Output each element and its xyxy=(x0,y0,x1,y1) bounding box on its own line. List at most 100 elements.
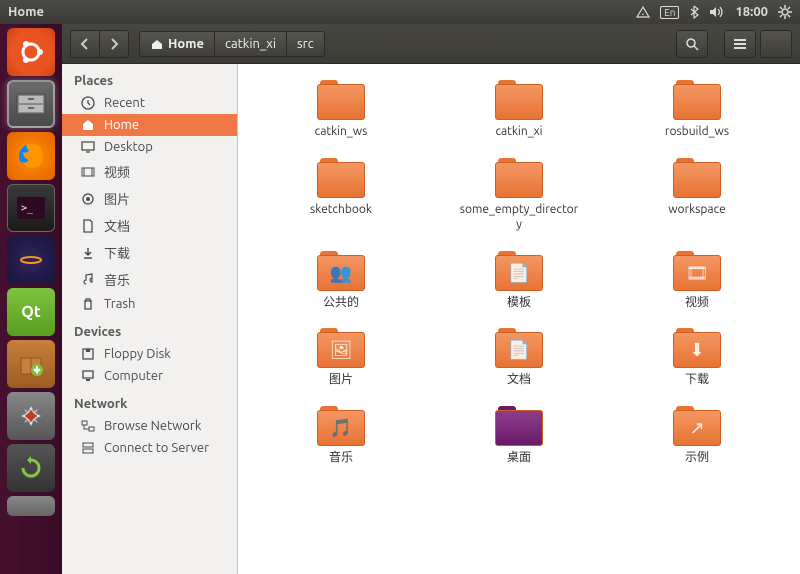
folder-label: 下载 xyxy=(685,372,709,388)
sidebar-item-label: Computer xyxy=(104,369,163,383)
folder-icon: 📄 xyxy=(495,251,543,291)
clock[interactable]: 18:00 xyxy=(735,5,768,19)
bluetooth-indicator[interactable] xyxy=(689,5,699,19)
sidebar-item-文档[interactable]: 文档 xyxy=(62,212,237,239)
folder-workspace[interactable]: workspace xyxy=(614,154,780,237)
sidebar-item-desktop[interactable]: Desktop xyxy=(62,136,237,158)
folder-icon: 🎞 xyxy=(673,251,721,291)
launcher-files[interactable] xyxy=(7,80,55,128)
folder-label: 公共的 xyxy=(323,295,359,311)
folder-icon: 👥 xyxy=(317,251,365,291)
sidebar-item-音乐[interactable]: 音乐 xyxy=(62,266,237,293)
sidebar-item-图片[interactable]: 图片 xyxy=(62,185,237,212)
net-icon xyxy=(80,419,96,433)
package-icon xyxy=(17,350,45,378)
volume-icon xyxy=(709,5,725,19)
sidebar-item-browse-network[interactable]: Browse Network xyxy=(62,415,237,437)
search-icon xyxy=(685,37,699,51)
icon-view[interactable]: catkin_ws catkin_xi rosbuild_ws sketchbook s… xyxy=(238,64,800,574)
sidebar-item-视频[interactable]: 视频 xyxy=(62,158,237,185)
folder-some_empty_directory[interactable]: some_empty_directory xyxy=(436,154,602,237)
public-overlay-icon: 👥 xyxy=(330,263,352,284)
computer-icon xyxy=(80,369,96,383)
terminal-icon: >_ xyxy=(17,197,45,219)
path-segment-1[interactable]: catkin_xi xyxy=(215,31,287,57)
folder-icon xyxy=(495,80,543,120)
downloads-overlay-icon: ⬇ xyxy=(689,340,704,361)
sidebar-item-label: 音乐 xyxy=(104,270,130,289)
launcher-qt[interactable]: Qt xyxy=(7,288,55,336)
path-segment-2[interactable]: src xyxy=(287,31,325,57)
folder-label: 音乐 xyxy=(329,450,353,466)
launcher-update[interactable] xyxy=(7,444,55,492)
sidebar-item-label: Connect to Server xyxy=(104,441,209,455)
folder-公共的[interactable]: 👥 公共的 xyxy=(258,247,424,315)
folder-catkin_xi[interactable]: catkin_xi xyxy=(436,76,602,144)
gear-indicator[interactable] xyxy=(778,5,792,19)
forward-button[interactable] xyxy=(99,30,129,58)
sidebar-item-label: Recent xyxy=(104,96,145,110)
lang-indicator[interactable]: En xyxy=(660,6,679,19)
sidebar-item-label: Home xyxy=(104,118,139,132)
folder-图片[interactable]: 🖼图片 xyxy=(258,324,424,392)
folder-label: catkin_ws xyxy=(315,124,368,140)
launcher-terminal[interactable]: >_ xyxy=(7,184,55,232)
launcher-settings[interactable] xyxy=(7,392,55,440)
grid-view-button[interactable] xyxy=(760,30,792,58)
pictures-overlay-icon: 🖼 xyxy=(330,340,353,361)
download-icon xyxy=(80,246,96,260)
folder-rosbuild_ws[interactable]: rosbuild_ws xyxy=(614,76,780,144)
nautilus-window: Home catkin_xi src Places Recent Home Desk… xyxy=(62,24,800,574)
drawer-icon xyxy=(15,92,47,116)
folder-下载[interactable]: ⬇ 下载 xyxy=(614,324,780,392)
chevron-right-icon xyxy=(108,38,120,50)
sidebar-item-floppy-disk[interactable]: Floppy Disk xyxy=(62,343,237,365)
sidebar-item-label: Desktop xyxy=(104,140,153,154)
launcher-firefox[interactable] xyxy=(7,132,55,180)
sidebar-item-trash[interactable]: Trash xyxy=(62,293,237,315)
path-bar: Home catkin_xi src xyxy=(139,31,325,57)
launcher-software[interactable] xyxy=(7,340,55,388)
sidebar-item-label: 下载 xyxy=(104,243,130,262)
folder-音乐[interactable]: 🎵音乐 xyxy=(258,402,424,470)
folder-catkin_ws[interactable]: catkin_ws xyxy=(258,76,424,144)
list-view-button[interactable] xyxy=(724,30,756,58)
documents-overlay-icon: 📄 xyxy=(508,340,530,361)
folder-sketchbook[interactable]: sketchbook xyxy=(258,154,424,237)
qt-icon: Qt xyxy=(21,303,41,321)
path-segment-home[interactable]: Home xyxy=(139,31,215,57)
sidebar-item-label: 图片 xyxy=(104,189,130,208)
network-indicator[interactable] xyxy=(636,6,650,18)
sidebar-item-recent[interactable]: Recent xyxy=(62,92,237,114)
sidebar-item-label: Trash xyxy=(104,297,135,311)
search-button[interactable] xyxy=(676,30,708,58)
folder-模板[interactable]: 📄模板 xyxy=(436,247,602,315)
folder-视频[interactable]: 🎞视频 xyxy=(614,247,780,315)
folder-label: some_empty_directory xyxy=(459,202,579,233)
places-header: Places xyxy=(62,64,237,92)
ubuntu-icon xyxy=(16,37,46,67)
sidebar-item-下载[interactable]: 下载 xyxy=(62,239,237,266)
launcher-eclipse[interactable] xyxy=(7,236,55,284)
folder-桌面[interactable]: 桌面 xyxy=(436,402,602,470)
launcher-extra[interactable] xyxy=(7,496,55,516)
launcher-dash[interactable] xyxy=(7,28,55,76)
folder-icon: ↗ xyxy=(673,406,721,446)
trash-icon xyxy=(80,297,96,311)
firefox-icon xyxy=(15,140,47,172)
folder-示例[interactable]: ↗示例 xyxy=(614,402,780,470)
folder-icon xyxy=(317,80,365,120)
server-icon xyxy=(80,441,96,455)
sidebar-item-home[interactable]: Home xyxy=(62,114,237,136)
sidebar: Places RecentHomeDesktop视频图片文档下载音乐Trash … xyxy=(62,64,238,574)
back-button[interactable] xyxy=(70,30,100,58)
gear-icon xyxy=(778,5,792,19)
sidebar-item-connect-to-server[interactable]: Connect to Server xyxy=(62,437,237,459)
folder-label: rosbuild_ws xyxy=(665,124,729,140)
svg-text:>_: >_ xyxy=(21,203,34,214)
sound-indicator[interactable] xyxy=(709,5,725,19)
folder-文档[interactable]: 📄文档 xyxy=(436,324,602,392)
sidebar-item-computer[interactable]: Computer xyxy=(62,365,237,387)
folder-label: catkin_xi xyxy=(495,124,542,140)
update-icon xyxy=(17,454,45,482)
